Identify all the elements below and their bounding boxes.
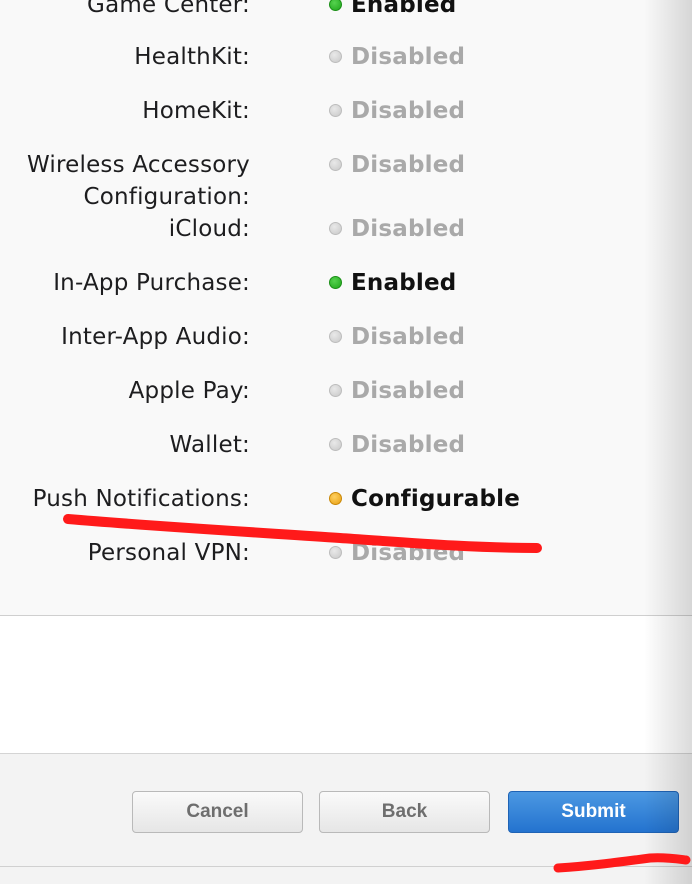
status-text: Disabled bbox=[351, 44, 466, 70]
service-status: Disabled bbox=[329, 537, 465, 569]
service-status: Disabled bbox=[329, 375, 465, 407]
cancel-button[interactable]: Cancel bbox=[132, 791, 303, 833]
services-panel: Game Center: Enabled HealthKit: Disabled… bbox=[0, 0, 692, 616]
disabled-status-dot-icon bbox=[329, 330, 342, 343]
status-text: Enabled bbox=[351, 0, 457, 18]
status-text: Disabled bbox=[351, 432, 466, 458]
form-footer: Cancel Back Submit bbox=[0, 754, 692, 867]
disabled-status-dot-icon bbox=[329, 438, 342, 451]
back-button[interactable]: Back bbox=[319, 791, 490, 833]
status-text: Disabled bbox=[351, 540, 466, 566]
service-status: Disabled bbox=[329, 95, 465, 127]
disabled-status-dot-icon bbox=[329, 158, 342, 171]
submit-button[interactable]: Submit bbox=[508, 791, 679, 833]
service-label: Wireless Accessory Configuration: bbox=[26, 152, 250, 210]
service-status: Disabled bbox=[329, 321, 465, 353]
service-status: Configurable bbox=[329, 483, 520, 515]
service-status: Disabled bbox=[329, 213, 465, 245]
service-label: Push Notifications: bbox=[32, 486, 250, 512]
status-text: Enabled bbox=[351, 270, 457, 296]
status-text: Disabled bbox=[351, 378, 466, 404]
service-label: Wallet: bbox=[169, 432, 250, 458]
service-label: In-App Purchase: bbox=[53, 270, 250, 296]
disabled-status-dot-icon bbox=[329, 222, 342, 235]
disabled-status-dot-icon bbox=[329, 546, 342, 559]
disabled-status-dot-icon bbox=[329, 384, 342, 397]
enabled-status-dot-icon bbox=[329, 0, 342, 11]
status-text: Disabled bbox=[351, 324, 466, 350]
service-label: iCloud: bbox=[168, 216, 250, 242]
service-label: Inter-App Audio: bbox=[61, 324, 250, 350]
status-text: Disabled bbox=[351, 98, 466, 124]
content-spacer bbox=[0, 616, 692, 754]
status-text: Configurable bbox=[351, 486, 520, 512]
disabled-status-dot-icon bbox=[329, 104, 342, 117]
configurable-status-dot-icon bbox=[329, 492, 342, 505]
service-status: Disabled bbox=[329, 41, 465, 73]
status-text: Disabled bbox=[351, 216, 466, 242]
app-services-page: Game Center: Enabled HealthKit: Disabled… bbox=[0, 0, 692, 884]
status-text: Disabled bbox=[351, 152, 466, 178]
service-label: Apple Pay: bbox=[128, 378, 250, 404]
service-label: HomeKit: bbox=[142, 98, 250, 124]
enabled-status-dot-icon bbox=[329, 276, 342, 289]
service-label: Game Center: bbox=[87, 0, 250, 18]
service-status: Enabled bbox=[329, 267, 456, 299]
service-status: Disabled bbox=[329, 429, 465, 461]
service-status: Enabled bbox=[329, 0, 456, 21]
service-status: Disabled bbox=[329, 149, 465, 181]
disabled-status-dot-icon bbox=[329, 50, 342, 63]
service-label: Personal VPN: bbox=[87, 540, 250, 566]
service-label: HealthKit: bbox=[134, 44, 250, 70]
